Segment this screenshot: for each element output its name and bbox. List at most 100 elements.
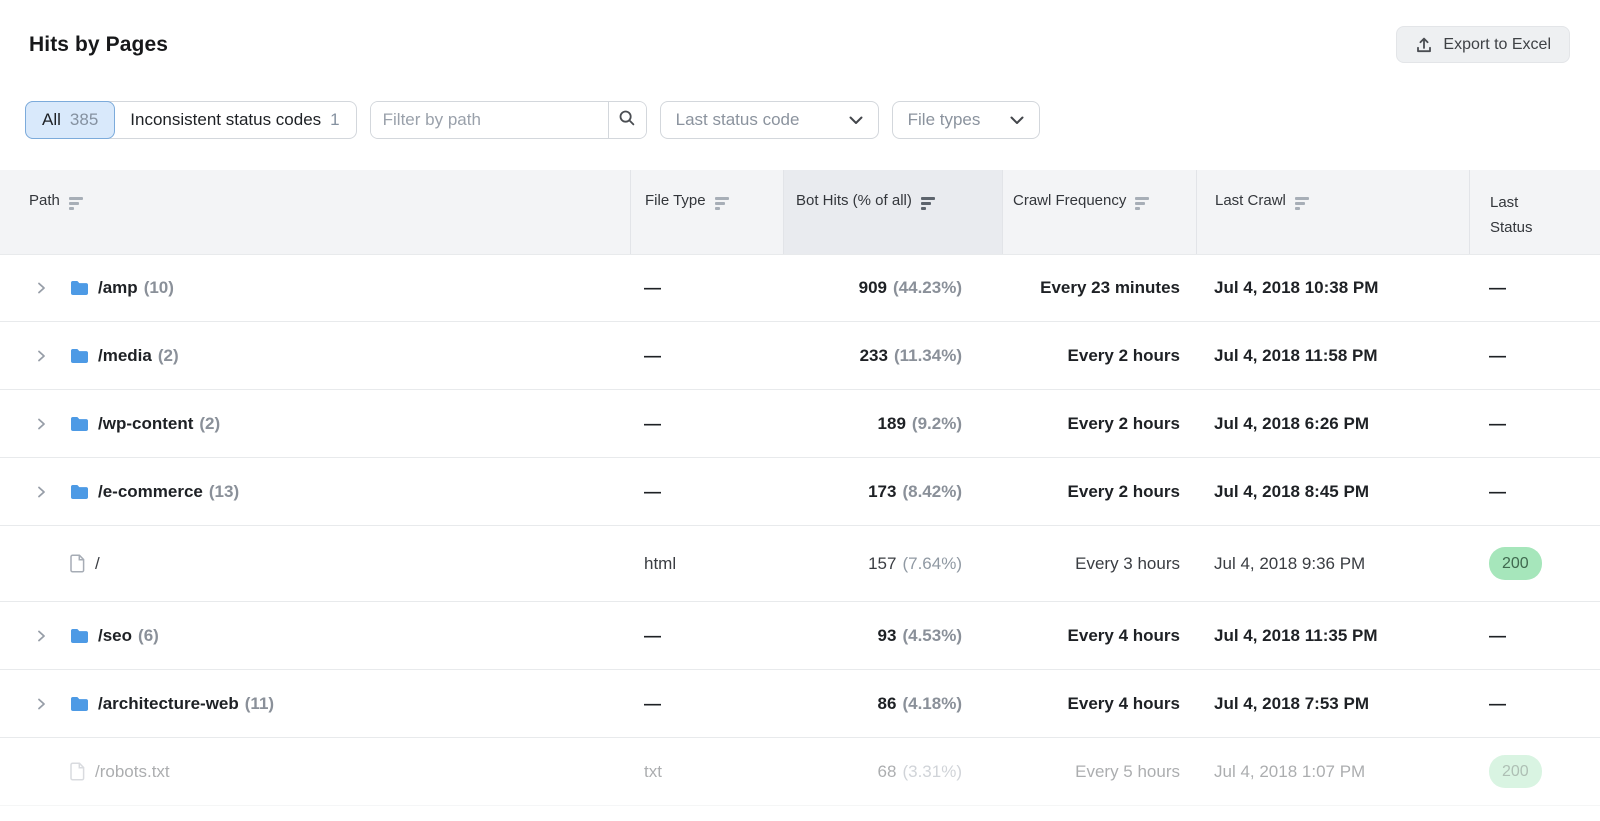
path-label: /robots.txt (95, 762, 170, 782)
last-status-cell: — (1469, 694, 1600, 714)
upload-icon (1415, 36, 1433, 54)
folder-icon (70, 628, 89, 644)
chevron-right-icon[interactable] (36, 350, 48, 362)
bot-hits-cell: 86 (4.18%) (783, 694, 1002, 714)
table-row[interactable]: /seo (6) — 93 (4.53%) Every 4 hours Jul … (0, 602, 1600, 670)
crawl-frequency-cell: Every 3 hours (1002, 554, 1196, 574)
sort-icon (1135, 197, 1149, 210)
table-header: Path File Type Bot Hits (% of all) Crawl… (0, 170, 1600, 254)
folder-icon (70, 416, 89, 432)
path-count: (2) (199, 414, 220, 434)
folder-icon (70, 484, 89, 500)
path-cell: / (0, 554, 630, 574)
path-label: /wp-content (98, 414, 193, 434)
file-types-dropdown[interactable]: File types (892, 101, 1040, 139)
table-row[interactable]: /e-commerce (13) — 173 (8.42%) Every 2 h… (0, 458, 1600, 526)
bot-hits-cell: 68 (3.31%) (783, 762, 1002, 782)
path-cell: /wp-content (2) (0, 414, 630, 434)
crawl-frequency-cell: Every 4 hours (1002, 694, 1196, 714)
path-count: (13) (209, 482, 239, 502)
sort-icon (921, 197, 935, 210)
status-empty: — (1489, 278, 1506, 297)
tab-all-count: 385 (70, 110, 98, 130)
file-type-cell: — (630, 694, 783, 714)
tab-all[interactable]: All 385 (25, 101, 115, 139)
file-type-cell: — (630, 626, 783, 646)
last-crawl-cell: Jul 4, 2018 8:45 PM (1196, 482, 1469, 502)
chevron-right-icon[interactable] (36, 282, 48, 294)
export-to-excel-button[interactable]: Export to Excel (1396, 26, 1570, 63)
chevron-right-icon[interactable] (36, 698, 48, 710)
search-icon (618, 109, 636, 132)
path-label: /seo (98, 626, 132, 646)
bot-hits-value: 86 (878, 694, 897, 714)
hits-table: Path File Type Bot Hits (% of all) Crawl… (0, 170, 1600, 806)
tab-inconsistent-label: Inconsistent status codes (130, 110, 321, 130)
sort-icon (69, 197, 83, 210)
table-row[interactable]: / html 157 (7.64%) Every 3 hours Jul 4, … (0, 526, 1600, 602)
crawl-frequency-cell: Every 4 hours (1002, 626, 1196, 646)
column-header-bot-hits[interactable]: Bot Hits (% of all) (783, 170, 1002, 254)
search-button[interactable] (608, 102, 646, 138)
file-type-cell: — (630, 278, 783, 298)
last-crawl-cell: Jul 4, 2018 9:36 PM (1196, 554, 1469, 574)
path-filter-input[interactable] (371, 102, 608, 138)
crawl-frequency-cell: Every 2 hours (1002, 482, 1196, 502)
last-crawl-cell: Jul 4, 2018 6:26 PM (1196, 414, 1469, 434)
table-row[interactable]: /amp (10) — 909 (44.23%) Every 23 minute… (0, 254, 1600, 322)
last-status-cell: — (1469, 278, 1600, 298)
page-title: Hits by Pages (29, 33, 168, 57)
crawl-frequency-cell: Every 2 hours (1002, 346, 1196, 366)
file-type-cell: — (630, 346, 783, 366)
tab-inconsistent-status-codes[interactable]: Inconsistent status codes 1 (114, 102, 355, 138)
path-cell: /media (2) (0, 346, 630, 366)
chevron-right-icon[interactable] (36, 486, 48, 498)
bot-hits-value: 93 (878, 626, 897, 646)
tab-inconsistent-count: 1 (330, 110, 339, 130)
column-header-path[interactable]: Path (0, 170, 630, 254)
last-crawl-cell: Jul 4, 2018 7:53 PM (1196, 694, 1469, 714)
chevron-right-icon[interactable] (36, 630, 48, 642)
table-body: /amp (10) — 909 (44.23%) Every 23 minute… (0, 254, 1600, 806)
sort-icon (1295, 197, 1309, 210)
path-cell: /seo (6) (0, 626, 630, 646)
bot-hits-percent: (7.64%) (902, 554, 962, 574)
chevron-down-icon (837, 110, 863, 130)
bot-hits-value: 909 (859, 278, 887, 298)
bot-hits-value: 173 (868, 482, 896, 502)
bot-hits-value: 189 (878, 414, 906, 434)
path-count: (6) (138, 626, 159, 646)
column-header-file-type[interactable]: File Type (630, 170, 783, 254)
table-row[interactable]: /architecture-web (11) — 86 (4.18%) Ever… (0, 670, 1600, 738)
path-count: (11) (245, 694, 274, 714)
status-empty: — (1489, 694, 1506, 713)
file-type-cell: — (630, 482, 783, 502)
file-types-label: File types (908, 110, 981, 130)
bot-hits-cell: 93 (4.53%) (783, 626, 1002, 646)
table-row[interactable]: /media (2) — 233 (11.34%) Every 2 hours … (0, 322, 1600, 390)
last-status-cell: — (1469, 346, 1600, 366)
bot-hits-cell: 157 (7.64%) (783, 554, 1002, 574)
filter-bar: All 385 Inconsistent status codes 1 Last (25, 101, 1600, 139)
path-cell: /e-commerce (13) (0, 482, 630, 502)
bot-hits-percent: (4.18%) (902, 694, 962, 714)
column-header-crawl-frequency[interactable]: Crawl Frequency (1002, 170, 1196, 254)
path-label: /amp (98, 278, 138, 298)
last-status-cell: — (1469, 482, 1600, 502)
status-badge: 200 (1489, 755, 1542, 788)
last-status-code-label: Last status code (676, 110, 800, 130)
bot-hits-value: 233 (860, 346, 888, 366)
crawl-frequency-cell: Every 2 hours (1002, 414, 1196, 434)
bot-hits-cell: 189 (9.2%) (783, 414, 1002, 434)
path-label: /media (98, 346, 152, 366)
table-row[interactable]: /robots.txt txt 68 (3.31%) Every 5 hours… (0, 738, 1600, 806)
chevron-right-icon[interactable] (36, 418, 48, 430)
tab-all-label: All (42, 110, 61, 130)
bot-hits-percent: (8.42%) (902, 482, 962, 502)
last-status-code-dropdown[interactable]: Last status code (660, 101, 879, 139)
file-type-cell: html (630, 554, 783, 574)
bot-hits-value: 68 (878, 762, 897, 782)
bot-hits-percent: (9.2%) (912, 414, 962, 434)
column-header-last-crawl[interactable]: Last Crawl (1196, 170, 1469, 254)
table-row[interactable]: /wp-content (2) — 189 (9.2%) Every 2 hou… (0, 390, 1600, 458)
